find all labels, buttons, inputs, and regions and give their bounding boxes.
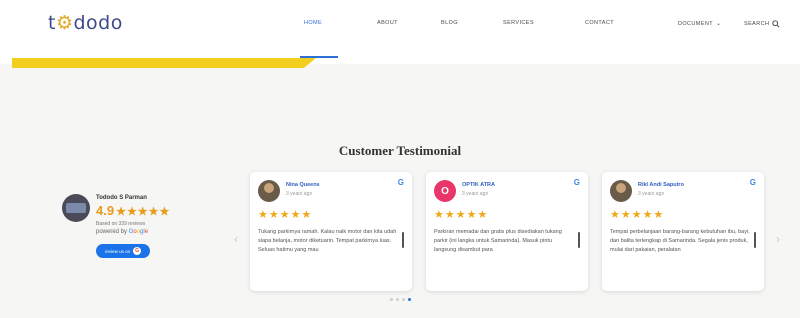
carousel-next-arrow[interactable]: › <box>776 232 780 246</box>
main-nav: HOME ABOUT BLOG SERVICES CONTACT DOCUMEN… <box>0 20 800 34</box>
review-scrollbar[interactable] <box>402 232 404 248</box>
review-scrollbar[interactable] <box>754 232 756 248</box>
chevron-down-icon: ⌄ <box>715 21 722 27</box>
business-avatar <box>62 194 90 222</box>
search-button[interactable]: SEARCH <box>744 20 780 28</box>
nav-about[interactable]: ABOUT <box>377 20 398 26</box>
search-label: SEARCH <box>744 21 770 27</box>
carousel-dot-active[interactable] <box>407 298 411 301</box>
overall-rating: 4.9 ★★★★★ <box>96 203 170 218</box>
carousel-pagination <box>0 298 800 301</box>
nav-services[interactable]: SERVICES <box>503 20 534 26</box>
review-stars: ★★★★★ <box>610 209 665 221</box>
google-g-icon: G <box>573 178 580 187</box>
carousel-prev-arrow[interactable]: ‹ <box>234 232 238 246</box>
review-text: Tempat perbelanjaan barang-barang kebutu… <box>610 229 750 253</box>
rating-stars: ★★★★★ <box>116 206 171 218</box>
google-g-icon: G <box>397 178 404 187</box>
review-button-label: review us on <box>104 248 131 254</box>
google-g-icon: G <box>133 247 142 255</box>
google-g-icon: G <box>749 178 756 187</box>
decorative-yellow-bar <box>12 58 316 68</box>
reviewer-avatar <box>258 180 280 202</box>
review-text: Tukang parkirnya ramah. Kalau naik motor… <box>258 229 397 253</box>
section-title: Customer Testimonial <box>338 143 462 158</box>
review-stars: ★★★★★ <box>258 209 313 221</box>
nav-active-indicator <box>300 56 338 58</box>
review-us-button[interactable]: review us on G <box>96 244 150 258</box>
reviewer-avatar: O <box>434 180 456 202</box>
powered-by-label: powered by <box>96 229 129 235</box>
reviewer-avatar <box>610 180 632 202</box>
rating-summary: Tododo S Parman 4.9 ★★★★★ Based on 339 re… <box>62 194 202 264</box>
powered-by-google: powered by Google <box>96 229 148 235</box>
reviewer-name[interactable]: OPTIK ATRA <box>462 182 495 188</box>
search-icon <box>772 20 780 28</box>
review-card: Rikl Andi Saputro 3 years ago G ★★★★★ Te… <box>602 172 764 291</box>
carousel-dot[interactable] <box>395 298 399 301</box>
review-card: O OPTIK ATRA 3 years ago G ★★★★★ Parkira… <box>426 172 588 291</box>
nav-document-label: DOCUMENT <box>678 21 713 27</box>
google-letter: e <box>144 229 149 235</box>
carousel-dot[interactable] <box>389 298 393 301</box>
reviewer-name[interactable]: Rikl Andi Saputro <box>638 182 684 188</box>
review-time: 3 years ago <box>638 191 665 197</box>
nav-blog[interactable]: BLOG <box>441 20 458 26</box>
review-text: Parkiran memadai dan gratis plus disedia… <box>434 229 562 253</box>
business-name: Tododo S Parman <box>96 195 147 201</box>
review-time: 3 years ago <box>462 191 489 197</box>
carousel-dot[interactable] <box>401 298 405 301</box>
review-stars: ★★★★★ <box>434 209 489 221</box>
review-scrollbar[interactable] <box>578 232 580 248</box>
rating-value: 4.9 <box>96 203 115 218</box>
review-card: Nina Queens 3 years ago G ★★★★★ Tukang p… <box>250 172 412 291</box>
review-time: 3 years ago <box>286 191 313 197</box>
nav-home[interactable]: HOME <box>304 20 322 26</box>
review-count: Based on 339 reviews <box>96 221 146 227</box>
nav-contact[interactable]: CONTACT <box>585 20 614 26</box>
site-header: t⚙dodo HOME ABOUT BLOG SERVICES CONTACT … <box>0 0 800 64</box>
reviewer-name[interactable]: Nina Queens <box>286 182 320 188</box>
nav-document[interactable]: DOCUMENT ⌄ <box>678 20 721 27</box>
